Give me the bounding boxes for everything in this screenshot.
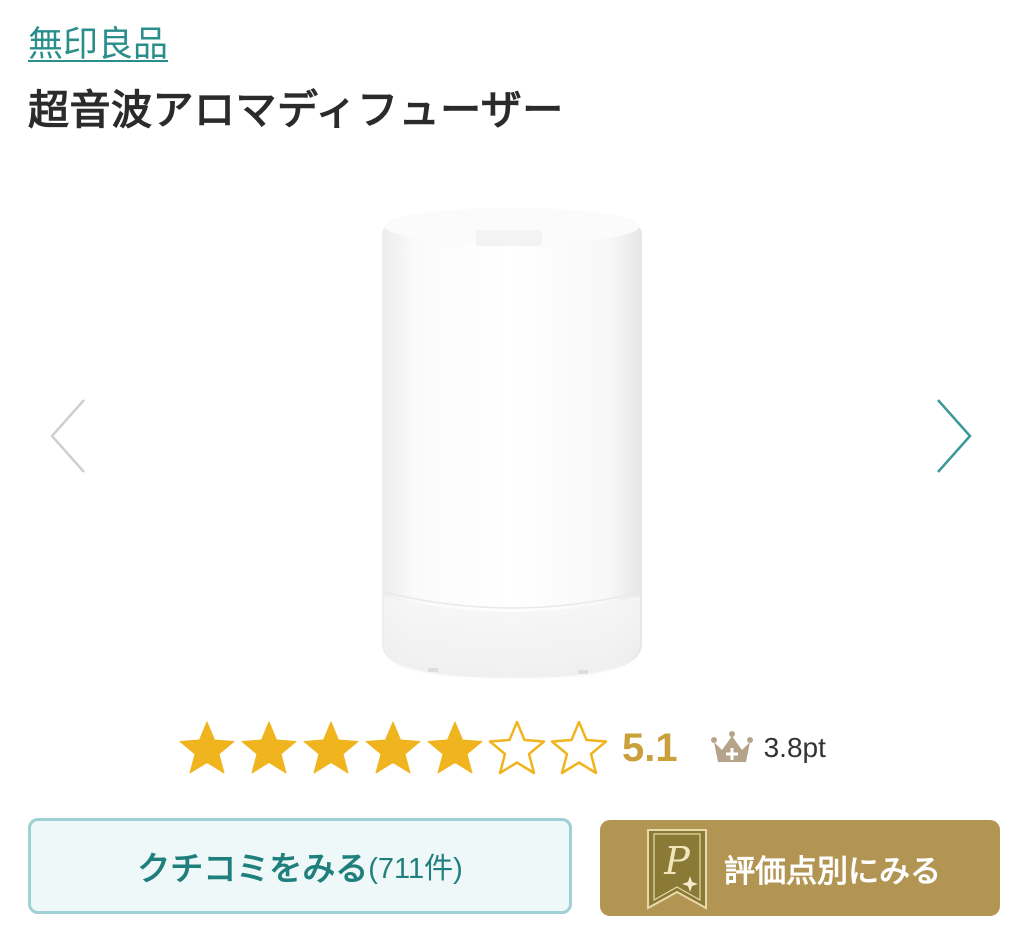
star-filled-icon <box>365 721 421 774</box>
star-filled-icon <box>303 721 359 774</box>
review-count: (711件) <box>368 853 463 885</box>
view-reviews-button[interactable]: クチコミをみる (711件) <box>28 818 572 914</box>
points-badge: 3.8pt <box>710 728 826 768</box>
view-reviews-label: クチコミをみる <box>137 849 369 888</box>
star-filled-icon <box>241 721 297 774</box>
premium-p-badge-icon: P <box>644 828 710 910</box>
view-by-rating-label: 評価点別にみる <box>724 853 941 890</box>
rating-score: 5.1 <box>622 725 678 770</box>
svg-text:P: P <box>663 839 691 883</box>
chevron-left-icon[interactable] <box>46 396 90 476</box>
star-empty-icon <box>550 720 608 775</box>
crown-icon <box>710 728 754 768</box>
aroma-diffuser-image <box>376 204 648 684</box>
rating-summary: 5.1 3.8pt <box>178 712 826 784</box>
star-rating <box>178 719 612 777</box>
brand-link[interactable]: 無印良品 <box>28 22 168 68</box>
chevron-right-icon[interactable] <box>932 396 976 476</box>
star-filled-icon <box>179 721 235 774</box>
points-value: 3.8pt <box>763 732 826 763</box>
image-gallery[interactable] <box>0 170 1024 700</box>
star-filled-icon <box>427 721 483 774</box>
star-empty-icon <box>488 720 546 775</box>
product-page: 無印良品 超音波アロマディフューザー 5.1 3.8pt クチコミをみる (71… <box>0 0 1024 936</box>
product-title: 超音波アロマディフューザー <box>28 86 564 134</box>
view-by-rating-button[interactable]: P 評価点別にみる <box>600 820 1000 916</box>
